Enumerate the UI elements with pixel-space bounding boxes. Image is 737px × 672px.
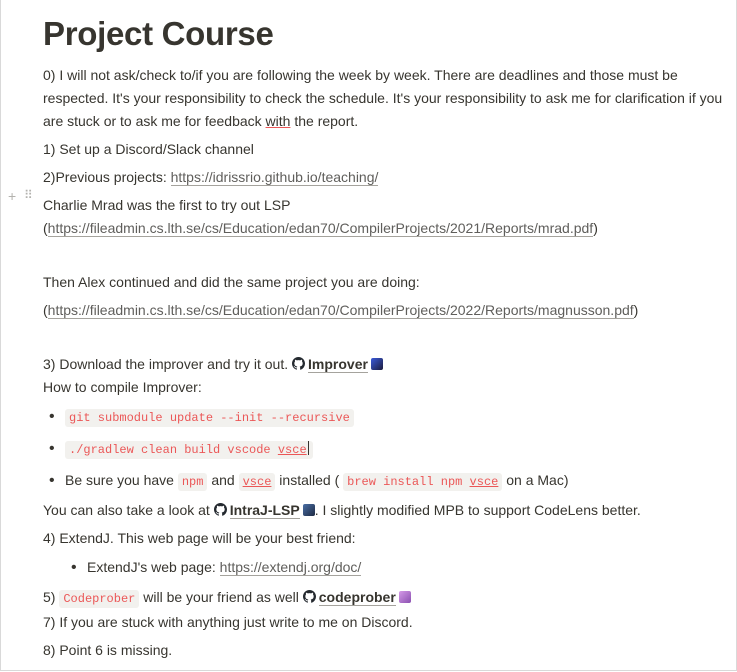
alex-link-paragraph: (https://fileadmin.cs.lth.se/cs/Educatio…: [43, 302, 639, 319]
previous-projects-link[interactable]: https://idrissrio.github.io/teaching/: [170, 169, 379, 186]
mrad-report-link[interactable]: https://fileadmin.cs.lth.se/cs/Education…: [47, 220, 594, 237]
add-block-icon[interactable]: +: [8, 188, 16, 204]
compile-steps-list: git submodule update --init --recursive …: [43, 405, 723, 494]
paragraph-0: 0) I will not ask/check to/if you are fo…: [43, 67, 723, 129]
code-snippet: brew install npm vsce: [343, 473, 503, 491]
code-snippet: Codeprober: [59, 590, 140, 608]
magnusson-report-link[interactable]: https://fileadmin.cs.lth.se/cs/Education…: [47, 302, 634, 319]
github-icon: [292, 357, 306, 370]
page-title: Project Course: [43, 15, 274, 52]
github-icon: [213, 503, 227, 516]
code-snippet: ./gradlew clean build vscode vsce: [65, 441, 313, 459]
paragraph-2: 2)Previous projects: https://idrissrio.g…: [43, 169, 379, 186]
paragraph-1: 1) Set up a Discord/Slack channel: [43, 141, 254, 157]
code-snippet: vsce: [238, 473, 276, 491]
text-cursor: [307, 441, 309, 455]
paragraph-8: 8) Point 6 is missing.: [43, 642, 173, 658]
codeprober-link[interactable]: codeprober: [302, 589, 396, 606]
code-snippet: git submodule update --init --recursive: [65, 409, 354, 427]
code-snippet: npm: [177, 473, 208, 491]
compile-heading: How to compile Improver:: [43, 379, 202, 395]
extendj-doc-link[interactable]: https://extendj.org/doc/: [219, 559, 362, 576]
list-item: Be sure you have npm and vsce installed …: [43, 469, 723, 494]
paragraph-7: 7) If you are stuck with anything just w…: [43, 614, 413, 630]
spellcheck-word: with: [265, 113, 291, 129]
charlie-paragraph: Charlie Mrad was the first to try out LS…: [43, 197, 598, 237]
codeprober-avatar-icon: [398, 591, 411, 603]
github-icon: [302, 590, 316, 603]
improver-link[interactable]: Improver: [292, 356, 368, 373]
paragraph-4: 4) ExtendJ. This web page will be your b…: [43, 530, 356, 546]
list-item: ExtendJ's web page: https://extendj.org/…: [43, 556, 723, 579]
paragraph-3: 3) Download the improver and try it out.…: [43, 353, 723, 376]
list-item: git submodule update --init --recursive: [43, 405, 723, 430]
extendj-list: ExtendJ's web page: https://extendj.org/…: [43, 556, 723, 579]
drag-handle-icon[interactable]: ⠿: [24, 188, 33, 202]
intraj-paragraph: You can also take a look at IntraJ-LSP. …: [43, 502, 641, 519]
document-page: Project Course 0) I will not ask/check t…: [43, 0, 723, 662]
paragraph-5: 5) Codeprober will be your friend as wel…: [43, 586, 723, 611]
list-item: ./gradlew clean build vscode vsce: [43, 437, 723, 462]
improver-avatar-icon: [370, 358, 383, 370]
intraj-avatar-icon: [302, 504, 315, 516]
alex-paragraph: Then Alex continued and did the same pro…: [43, 274, 420, 290]
intraj-link[interactable]: IntraJ-LSP: [213, 502, 300, 519]
